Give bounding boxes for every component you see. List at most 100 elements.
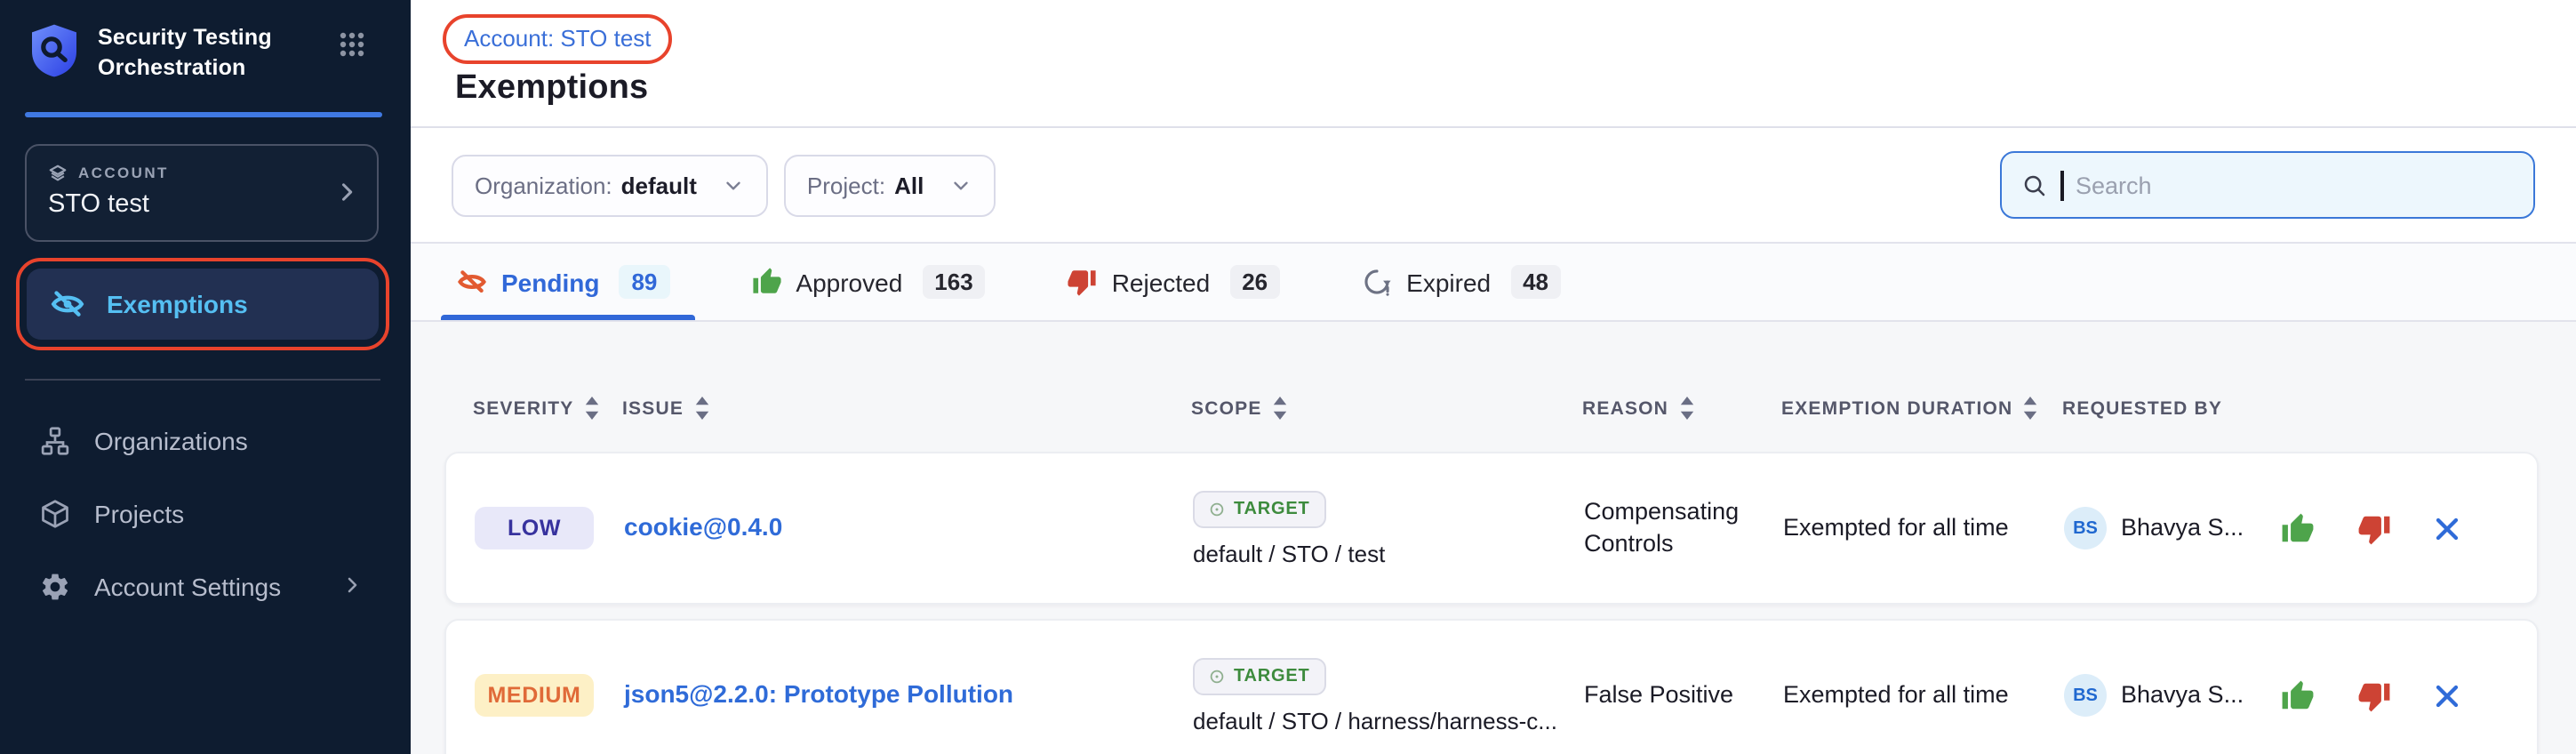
- search-icon: [2021, 172, 2048, 198]
- target-scope-chip: TARGET: [1193, 490, 1326, 527]
- cancel-button[interactable]: [2434, 515, 2460, 541]
- sidebar: Security Testing Orchestration ACCOUNT: [0, 0, 411, 754]
- org-chart-icon: [39, 425, 71, 457]
- annotation-ring-breadcrumb: Account: STO test: [443, 14, 673, 64]
- tab-label: Approved: [796, 268, 902, 296]
- requester-name: Bhavya S...: [2121, 512, 2244, 544]
- sort-icon: [2023, 397, 2037, 420]
- tab-label: Rejected: [1112, 268, 1211, 296]
- tab-count-badge: 163: [922, 265, 985, 299]
- history-icon: [1362, 267, 1392, 297]
- tab-label: Expired: [1406, 268, 1491, 296]
- sidebar-divider: [25, 378, 380, 380]
- sidebar-item-account-settings[interactable]: Account Settings: [0, 550, 411, 623]
- target-chip-label: TARGET: [1234, 499, 1310, 518]
- column-label: EXEMPTION DURATION: [1781, 397, 2012, 419]
- module-accent-rule: [25, 112, 382, 116]
- scope-path: default / STO / test: [1193, 540, 1385, 566]
- avatar: BS: [2064, 674, 2107, 717]
- annotation-ring-exemptions: Exemptions: [16, 257, 389, 349]
- column-header-reason[interactable]: REASON: [1582, 397, 1781, 420]
- chevron-right-icon: [341, 573, 363, 601]
- column-label: SCOPE: [1191, 397, 1262, 419]
- text-cursor: [2060, 170, 2063, 200]
- target-icon: [1209, 501, 1225, 517]
- sort-icon: [694, 397, 708, 420]
- tab-rejected[interactable]: Rejected 26: [1068, 244, 1280, 320]
- sidebar-item-exemptions[interactable]: Exemptions: [27, 268, 379, 339]
- tab-count-badge: 26: [1229, 265, 1280, 299]
- eye-off-icon: [457, 267, 487, 297]
- thumbs-down-icon: [1068, 267, 1098, 297]
- column-label: SEVERITY: [473, 397, 573, 419]
- reason-cell: Compensating Controls: [1584, 496, 1783, 561]
- approve-button[interactable]: [2281, 511, 2315, 545]
- requester-name: Bhavya S...: [2121, 679, 2244, 711]
- gear-icon: [39, 571, 71, 603]
- dropdown-value: default: [621, 172, 697, 198]
- app-window: Security Testing Orchestration ACCOUNT: [0, 0, 2576, 754]
- search-box[interactable]: [2000, 151, 2535, 219]
- thumbs-up-icon: [751, 267, 781, 297]
- chevron-right-icon: [334, 180, 359, 213]
- layers-icon: [48, 163, 68, 182]
- app-title: Security Testing Orchestration: [98, 23, 297, 82]
- column-label: REQUESTED BY: [2062, 397, 2222, 419]
- tab-expired[interactable]: Expired 48: [1362, 244, 1561, 320]
- main-content: Account: STO test Exemptions Organizatio…: [411, 0, 2576, 754]
- column-header-issue[interactable]: ISSUE: [622, 397, 1191, 420]
- column-header-scope[interactable]: SCOPE: [1191, 397, 1582, 420]
- target-scope-chip: TARGET: [1193, 657, 1326, 694]
- table-row: LOW cookie@0.4.0 TARGET default / STO / …: [444, 452, 2539, 605]
- exemptions-table: SEVERITY ISSUE SCOPE REASON EXEMPTION DU…: [411, 397, 2576, 754]
- tab-count-badge: 89: [619, 265, 669, 299]
- duration-cell: Exempted for all time: [1783, 679, 2064, 711]
- sidebar-item-organizations[interactable]: Organizations: [0, 405, 411, 477]
- sidebar-item-label: Organizations: [94, 427, 248, 455]
- tab-count-badge: 48: [1510, 265, 1561, 299]
- sidebar-item-label: Projects: [94, 500, 184, 528]
- dropdown-label: Project:: [807, 172, 885, 198]
- reject-button[interactable]: [2357, 511, 2391, 545]
- table-header-row: SEVERITY ISSUE SCOPE REASON EXEMPTION DU…: [444, 397, 2539, 420]
- reject-button[interactable]: [2357, 678, 2391, 712]
- organization-filter-dropdown[interactable]: Organization: default: [452, 154, 768, 216]
- chevron-down-icon: [948, 173, 972, 197]
- approve-button[interactable]: [2281, 678, 2315, 712]
- tab-pending[interactable]: Pending 89: [457, 244, 669, 320]
- eye-off-icon: [50, 285, 85, 321]
- account-scope-card[interactable]: ACCOUNT STO test: [25, 143, 379, 241]
- issue-link[interactable]: json5@2.2.0: Prototype Pollution: [624, 679, 1013, 708]
- project-filter-dropdown[interactable]: Project: All: [784, 154, 995, 216]
- duration-cell: Exempted for all time: [1783, 512, 2064, 544]
- sidebar-item-label: Exemptions: [107, 289, 248, 317]
- account-name: STO test: [48, 189, 356, 218]
- severity-badge: LOW: [475, 507, 594, 549]
- column-header-requested-by: REQUESTED BY: [2062, 397, 2279, 419]
- target-chip-label: TARGET: [1234, 666, 1310, 686]
- issue-link[interactable]: cookie@0.4.0: [624, 512, 782, 541]
- cancel-button[interactable]: [2434, 682, 2460, 709]
- sidebar-item-label: Account Settings: [94, 573, 281, 601]
- search-input[interactable]: [2076, 172, 2514, 198]
- breadcrumb-account-link[interactable]: Account: STO test: [464, 25, 652, 52]
- scope-path: default / STO / harness/harness-c...: [1193, 707, 1557, 734]
- tab-approved[interactable]: Approved 163: [751, 244, 985, 320]
- exemption-status-tabs: Pending 89 Approved 163 Rejected 26: [411, 244, 2576, 322]
- page-header: Account: STO test Exemptions: [411, 0, 2576, 128]
- target-icon: [1209, 668, 1225, 684]
- account-label: ACCOUNT: [78, 164, 169, 181]
- sidebar-item-projects[interactable]: Projects: [0, 477, 411, 550]
- column-header-severity[interactable]: SEVERITY: [473, 397, 622, 420]
- dropdown-value: All: [894, 172, 924, 198]
- sort-icon: [584, 397, 598, 420]
- column-label: ISSUE: [622, 397, 684, 419]
- table-row: MEDIUM json5@2.2.0: Prototype Pollution …: [444, 619, 2539, 754]
- severity-badge: MEDIUM: [475, 674, 594, 717]
- module-grid-icon[interactable]: [340, 32, 364, 66]
- page-title: Exemptions: [455, 69, 2576, 108]
- column-label: REASON: [1582, 397, 1668, 419]
- tab-label: Pending: [501, 268, 599, 296]
- dropdown-label: Organization:: [475, 172, 612, 198]
- column-header-exemption-duration[interactable]: EXEMPTION DURATION: [1781, 397, 2062, 420]
